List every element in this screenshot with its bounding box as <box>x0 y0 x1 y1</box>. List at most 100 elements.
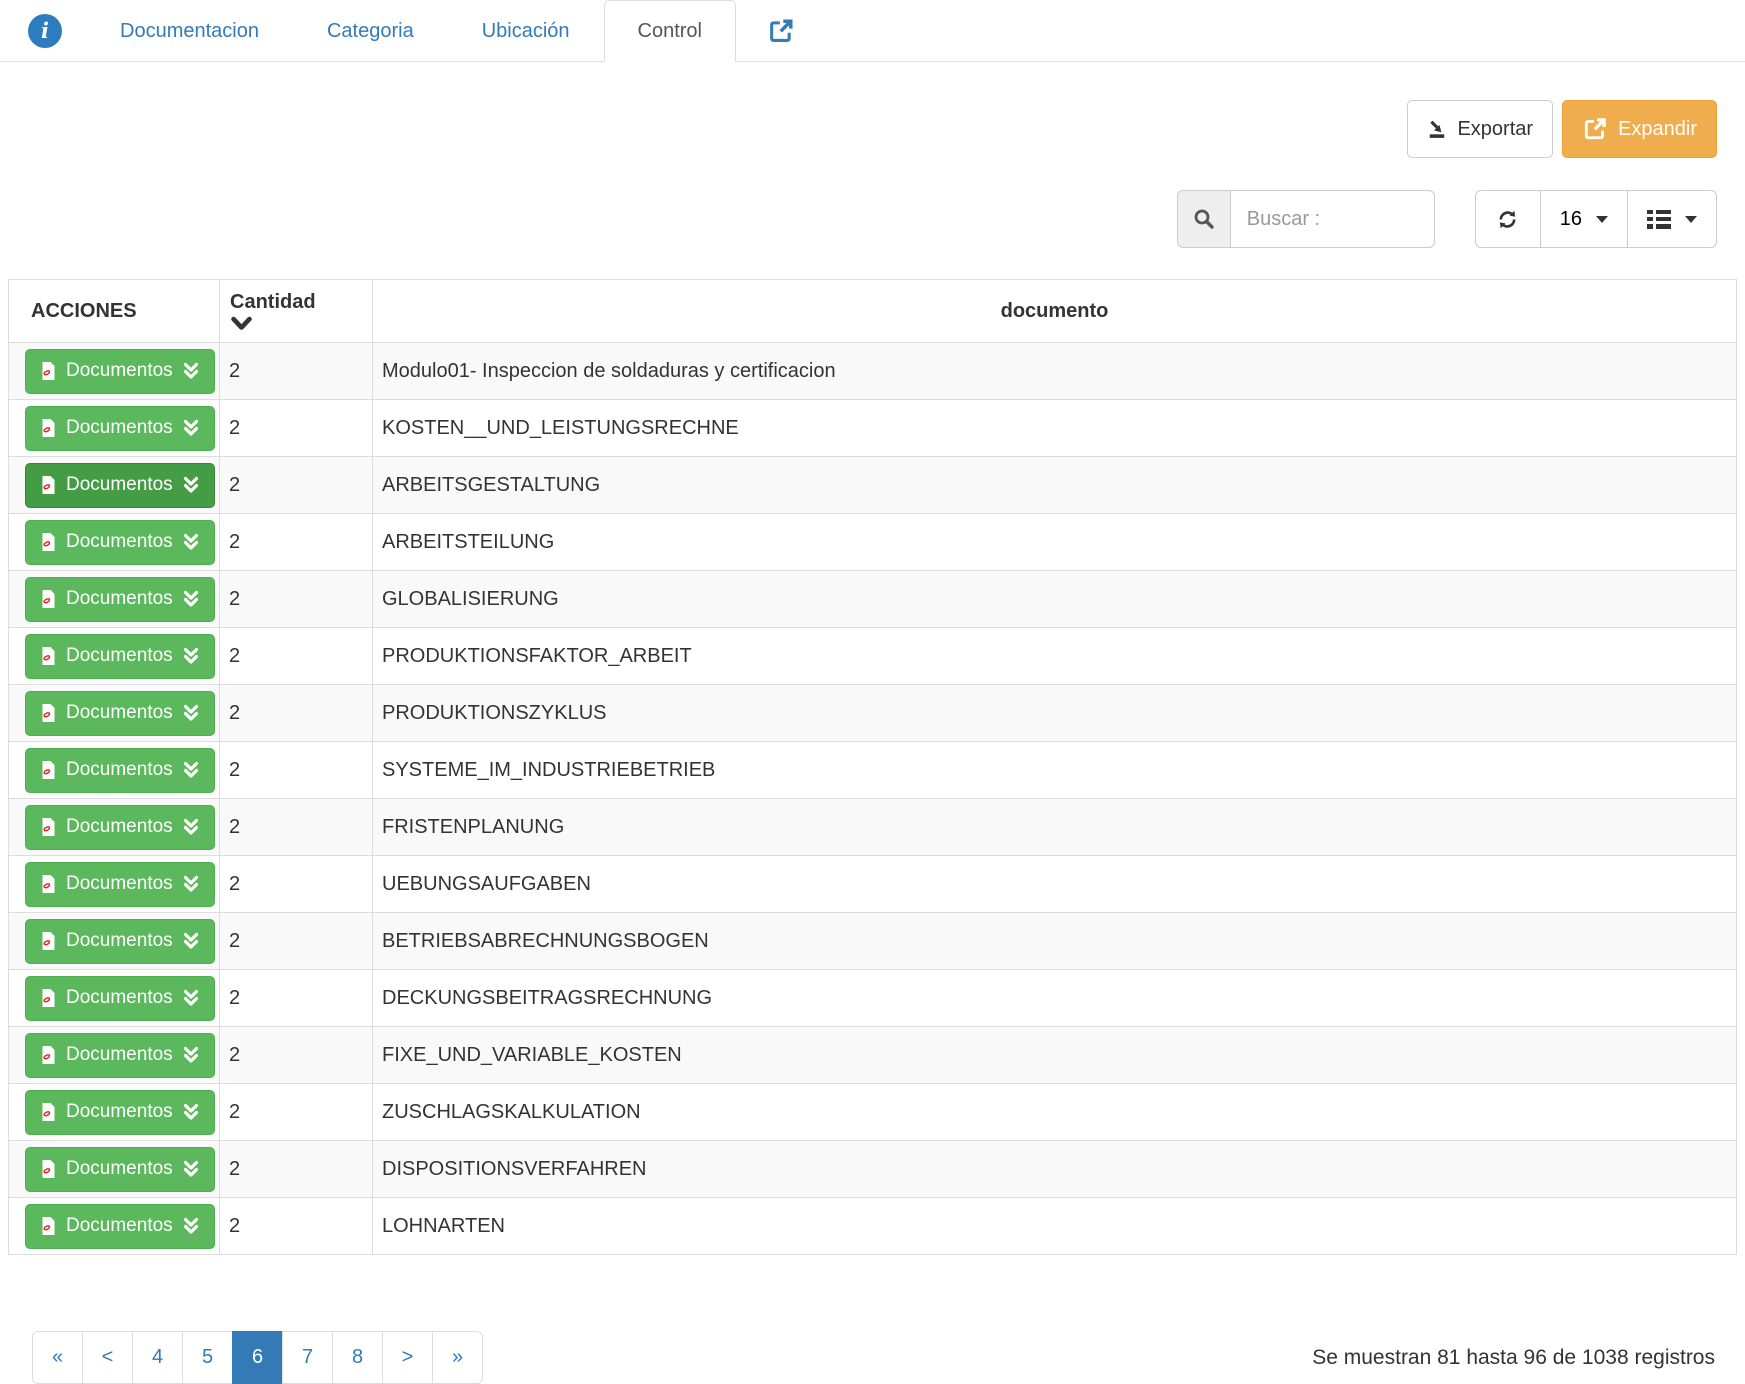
documentos-button-label: Documentos <box>66 1044 173 1066</box>
page-size-dropdown[interactable]: 16 <box>1540 190 1628 248</box>
documentos-button[interactable]: Documentos <box>25 1147 215 1192</box>
acciones-cell: Documentos <box>9 856 220 913</box>
cantidad-cell: 2 <box>220 1027 373 1084</box>
table-row: Documentos 2 DISPOSITIONSVERFAHREN <box>9 1141 1737 1198</box>
page-button-«[interactable]: « <box>32 1331 83 1384</box>
search-group <box>1177 190 1435 248</box>
angle-double-down-icon <box>182 532 200 552</box>
column-header-cantidad[interactable]: Cantidad <box>220 280 373 343</box>
export-button[interactable]: Exportar <box>1407 100 1553 158</box>
table-row: Documentos 2 GLOBALISIERUNG <box>9 571 1737 628</box>
documentos-button[interactable]: Documentos <box>25 919 215 964</box>
tab-documentacion[interactable]: Documentacion <box>86 0 293 62</box>
info-button[interactable]: i <box>14 0 86 61</box>
documentos-button[interactable]: Documentos <box>25 976 215 1021</box>
acciones-cell: Documentos <box>9 1198 220 1255</box>
documentos-button[interactable]: Documentos <box>25 406 215 451</box>
page-button-4[interactable]: 4 <box>132 1331 183 1384</box>
angle-double-down-icon <box>182 1216 200 1236</box>
documentos-button[interactable]: Documentos <box>25 1090 215 1135</box>
angle-double-down-icon <box>182 1045 200 1065</box>
documento-cell: SYSTEME_IM_INDUSTRIEBETRIEB <box>373 742 1737 799</box>
angle-double-down-icon <box>182 931 200 951</box>
angle-double-down-icon <box>182 589 200 609</box>
documento-cell: KOSTEN__UND_LEISTUNGSRECHNE <box>373 400 1737 457</box>
page-button-<[interactable]: < <box>82 1331 133 1384</box>
documento-cell: DISPOSITIONSVERFAHREN <box>373 1141 1737 1198</box>
pdf-file-icon <box>40 646 57 666</box>
table-row: Documentos 2 Modulo01- Inspeccion de sol… <box>9 343 1737 400</box>
pdf-file-icon <box>40 475 57 495</box>
table-row: Documentos 2 PRODUKTIONSZYKLUS <box>9 685 1737 742</box>
table-row: Documentos 2 ARBEITSGESTALTUNG <box>9 457 1737 514</box>
documentos-button[interactable]: Documentos <box>25 634 215 679</box>
documentos-button[interactable]: Documentos <box>25 1204 215 1249</box>
documento-cell: FRISTENPLANUNG <box>373 799 1737 856</box>
expand-button[interactable]: Expandir <box>1562 100 1717 158</box>
search-addon <box>1177 190 1230 248</box>
table-row: Documentos 2 ARBEITSTEILUNG <box>9 514 1737 571</box>
page-button-7[interactable]: 7 <box>282 1331 333 1384</box>
cantidad-cell: 2 <box>220 685 373 742</box>
tab-bar: i Documentacion Categoria Ubicación Cont… <box>0 0 1745 62</box>
documentos-button[interactable]: Documentos <box>25 349 215 394</box>
pdf-file-icon <box>40 361 57 381</box>
pdf-file-icon <box>40 1045 57 1065</box>
pdf-file-icon <box>40 589 57 609</box>
chevron-down-icon <box>1596 216 1608 223</box>
table-row: Documentos 2 DECKUNGSBEITRAGSRECHNUNG <box>9 970 1737 1027</box>
pdf-file-icon <box>40 874 57 894</box>
cantidad-cell: 2 <box>220 799 373 856</box>
page-button-5[interactable]: 5 <box>182 1331 233 1384</box>
documentos-button[interactable]: Documentos <box>25 577 215 622</box>
pdf-file-icon <box>40 418 57 438</box>
acciones-cell: Documentos <box>9 514 220 571</box>
documentos-button[interactable]: Documentos <box>25 862 215 907</box>
page-button-»[interactable]: » <box>432 1331 483 1384</box>
angle-double-down-icon <box>182 988 200 1008</box>
documentos-button[interactable]: Documentos <box>25 463 215 508</box>
expand-button-label: Expandir <box>1618 118 1697 141</box>
columns-dropdown[interactable] <box>1627 190 1717 248</box>
export-icon <box>1427 119 1447 139</box>
refresh-icon <box>1495 207 1520 232</box>
open-new-window-button[interactable] <box>736 0 826 62</box>
pdf-file-icon <box>40 988 57 1008</box>
page-size-value: 16 <box>1560 208 1582 231</box>
search-input[interactable] <box>1230 190 1435 248</box>
page-button-6[interactable]: 6 <box>232 1331 283 1384</box>
tab-control[interactable]: Control <box>604 0 736 62</box>
column-header-cantidad-label: Cantidad <box>230 291 316 313</box>
tab-categoria[interactable]: Categoria <box>293 0 448 62</box>
documentos-button[interactable]: Documentos <box>25 520 215 565</box>
cantidad-cell: 2 <box>220 856 373 913</box>
documentos-button[interactable]: Documentos <box>25 1033 215 1078</box>
page-button->[interactable]: > <box>382 1331 433 1384</box>
documentos-button-label: Documentos <box>66 1101 173 1123</box>
angle-double-down-icon <box>182 361 200 381</box>
angle-double-down-icon <box>182 475 200 495</box>
expand-icon <box>1582 116 1608 142</box>
table-row: Documentos 2 SYSTEME_IM_INDUSTRIEBETRIEB <box>9 742 1737 799</box>
refresh-button[interactable] <box>1475 190 1541 248</box>
documentos-button[interactable]: Documentos <box>25 691 215 736</box>
column-header-documento[interactable]: documento <box>373 280 1737 343</box>
search-icon <box>1192 207 1216 231</box>
tab-ubicacion[interactable]: Ubicación <box>448 0 604 62</box>
chevron-down-icon <box>1685 216 1697 223</box>
table-header-row: ACCIONES Cantidad documento <box>9 280 1737 343</box>
cantidad-cell: 2 <box>220 628 373 685</box>
documentos-button[interactable]: Documentos <box>25 805 215 850</box>
documento-cell: PRODUKTIONSFAKTOR_ARBEIT <box>373 628 1737 685</box>
documento-cell: PRODUKTIONSZYKLUS <box>373 685 1737 742</box>
toolbar-top: Exportar Expandir <box>0 100 1717 158</box>
page-button-8[interactable]: 8 <box>332 1331 383 1384</box>
cantidad-cell: 2 <box>220 1198 373 1255</box>
info-icon: i <box>28 14 62 48</box>
documentos-button[interactable]: Documentos <box>25 748 215 793</box>
pdf-file-icon <box>40 532 57 552</box>
sort-desc-icon <box>230 316 362 331</box>
documentos-button-label: Documentos <box>66 759 173 781</box>
acciones-cell: Documentos <box>9 628 220 685</box>
documento-cell: DECKUNGSBEITRAGSRECHNUNG <box>373 970 1737 1027</box>
